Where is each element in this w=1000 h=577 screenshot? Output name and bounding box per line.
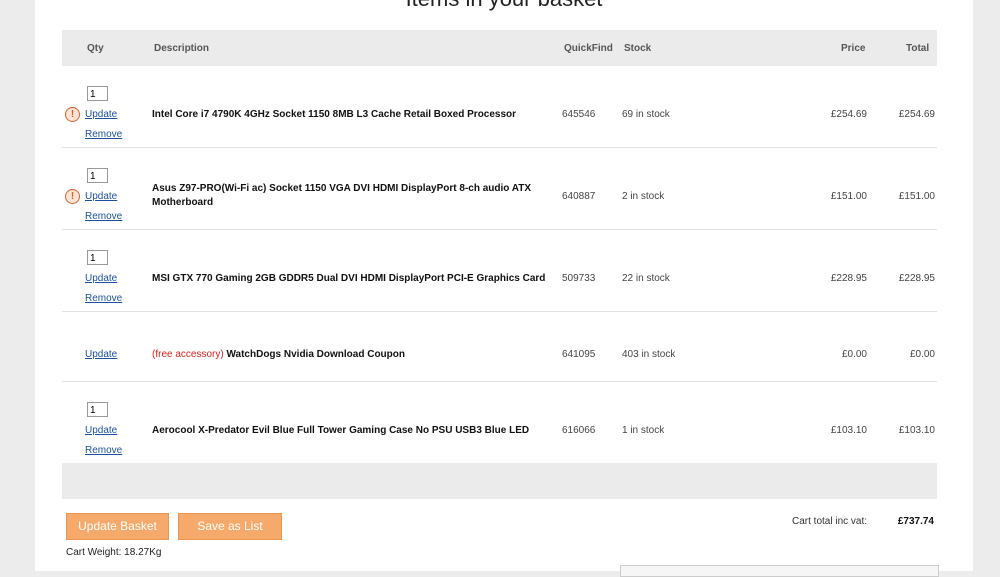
table-row: 1 Update Remove Aerocool X-Predator Evil… <box>62 382 937 463</box>
page-title: Items in your basket <box>35 0 973 12</box>
item-price: £151.00 <box>830 191 867 202</box>
cart-weight: Cart Weight: 18.27Kg <box>66 547 162 558</box>
update-link[interactable]: Update <box>85 191 117 202</box>
item-quickfind: 509733 <box>562 273 596 284</box>
table-row: 1 ! Update Remove Intel Core i7 4790K 4G… <box>62 66 937 148</box>
item-quickfind: 616066 <box>562 425 596 436</box>
item-description: Aerocool X-Predator Evil Blue Full Tower… <box>152 425 530 436</box>
quantity-input[interactable]: 1 <box>87 168 108 183</box>
save-as-list-button[interactable]: Save as List <box>178 513 282 540</box>
cart-total-value: £737.74 <box>897 516 934 527</box>
remove-link[interactable]: Remove <box>85 211 122 222</box>
item-quickfind: 645546 <box>562 109 596 120</box>
table-footer-bar <box>62 463 937 499</box>
update-basket-button[interactable]: Update Basket <box>66 513 169 540</box>
quantity-input[interactable]: 1 <box>87 250 108 265</box>
item-price: £228.95 <box>830 273 867 284</box>
exclamation-icon: ! <box>65 107 80 122</box>
item-total: £151.00 <box>898 191 935 202</box>
item-stock: 1 in stock <box>622 425 665 436</box>
summary-panel <box>620 565 939 577</box>
item-stock: 69 in stock <box>622 109 670 120</box>
col-stock: Stock <box>624 43 652 54</box>
item-stock: 403 in stock <box>622 349 676 360</box>
item-description: Asus Z97-PRO(Wi-Fi ac) Socket 1150 VGA D… <box>152 183 532 208</box>
update-link[interactable]: Update <box>85 349 117 360</box>
item-price: £254.69 <box>830 109 867 120</box>
col-qty: Qty <box>87 43 104 54</box>
basket-page: Items in your basket Qty Description Qui… <box>35 0 973 577</box>
table-row: 1 Update Remove MSI GTX 770 Gaming 2GB G… <box>62 230 937 312</box>
item-description: (free accessory) WatchDogs Nvidia Downlo… <box>152 349 405 360</box>
table-row: Update (free accessory) WatchDogs Nvidia… <box>62 312 937 382</box>
remove-link[interactable]: Remove <box>85 129 122 140</box>
col-price: Price <box>841 43 866 54</box>
remove-link[interactable]: Remove <box>85 445 122 456</box>
exclamation-icon: ! <box>65 189 80 204</box>
col-total: Total <box>906 43 930 54</box>
item-quickfind: 641095 <box>562 349 596 360</box>
free-accessory-label: (free accessory) <box>152 349 224 360</box>
table-row: 1 ! Update Remove Asus Z97-PRO(Wi-Fi ac)… <box>62 148 937 230</box>
item-total: £103.10 <box>898 425 935 436</box>
table-header: Qty Description QuickFind Stock Price To… <box>62 30 937 66</box>
item-total: £0.00 <box>909 349 935 360</box>
remove-link[interactable]: Remove <box>85 293 122 304</box>
col-quickfind: QuickFind <box>564 43 613 54</box>
update-link[interactable]: Update <box>85 425 117 436</box>
cart-total-label: Cart total inc vat: <box>792 516 868 527</box>
item-stock: 22 in stock <box>622 273 670 284</box>
item-total: £254.69 <box>898 109 935 120</box>
quantity-input[interactable]: 1 <box>87 402 108 417</box>
quantity-input[interactable]: 1 <box>87 86 108 101</box>
item-price: £0.00 <box>841 349 867 360</box>
item-description: MSI GTX 770 Gaming 2GB GDDR5 Dual DVI HD… <box>152 273 546 284</box>
item-stock: 2 in stock <box>622 191 665 202</box>
update-link[interactable]: Update <box>85 109 117 120</box>
update-link[interactable]: Update <box>85 273 117 284</box>
item-price: £103.10 <box>830 425 867 436</box>
col-description: Description <box>154 43 210 54</box>
item-quickfind: 640887 <box>562 191 596 202</box>
item-total: £228.95 <box>898 273 935 284</box>
item-description: Intel Core i7 4790K 4GHz Socket 1150 8MB… <box>152 109 517 120</box>
